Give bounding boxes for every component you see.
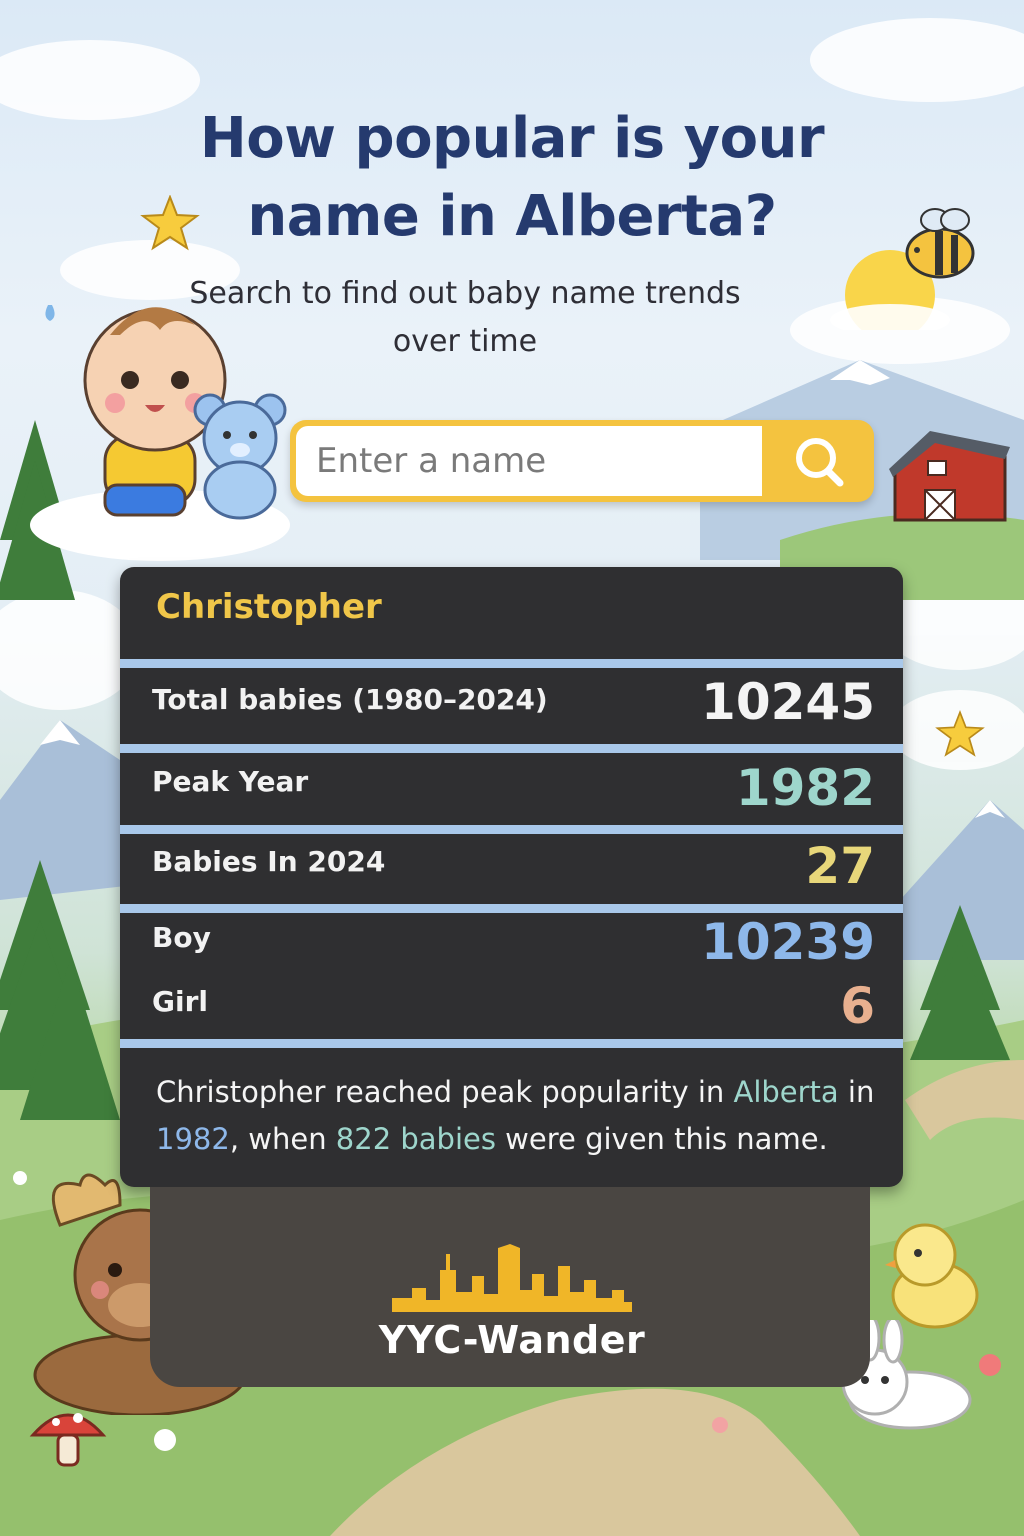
- divider: [120, 904, 903, 913]
- divider: [120, 659, 903, 668]
- total-babies-value: 10245: [701, 673, 875, 731]
- chick-icon: [885, 1223, 979, 1329]
- search-bar: [290, 420, 874, 502]
- babies-2024-value: 27: [805, 837, 875, 895]
- babies-2024-label: Babies In 2024: [152, 845, 386, 878]
- star-icon: [935, 710, 985, 757]
- girl-value: 6: [840, 977, 875, 1035]
- page-title: How popular is your name in Alberta?: [0, 100, 1024, 256]
- summary-part: were given this name.: [495, 1122, 828, 1156]
- title-line-2: name in Alberta?: [247, 184, 777, 249]
- mushroom-icon: [29, 1413, 107, 1467]
- page-subtitle: Search to find out baby name trends over…: [189, 276, 741, 359]
- summary-part: in: [838, 1075, 875, 1109]
- divider: [120, 1039, 903, 1048]
- peak-year-label: Peak Year: [152, 765, 309, 798]
- summary-part: Christopher reached peak popularity in: [156, 1075, 734, 1109]
- summary-count: 822 babies: [335, 1122, 496, 1156]
- boy-label: Boy: [152, 921, 211, 954]
- boy-value: 10239: [701, 913, 875, 971]
- total-babies-label: Total babies (1980–2024): [152, 683, 548, 716]
- divider: [120, 744, 903, 753]
- search-button[interactable]: [768, 420, 874, 502]
- peak-year-value: 1982: [735, 759, 875, 817]
- skyline-icon: [392, 1244, 632, 1312]
- brand-name: YYC-Wander: [378, 1318, 646, 1362]
- summary-place: Alberta: [733, 1075, 839, 1109]
- girl-label: Girl: [152, 985, 208, 1018]
- search-input[interactable]: [296, 426, 762, 496]
- result-card: Christopher Total babies (1980–2024) 102…: [120, 567, 903, 1187]
- title-line-1: How popular is your: [199, 106, 825, 171]
- summary-year: 1982: [156, 1122, 230, 1156]
- search-icon: [796, 438, 844, 487]
- result-name: Christopher: [156, 587, 382, 627]
- summary-part: , when: [229, 1122, 336, 1156]
- summary-text: Christopher reached peak popularity in A…: [156, 1069, 896, 1163]
- divider: [120, 825, 903, 834]
- barn-icon: [889, 431, 1010, 522]
- teddy-bear-icon: [193, 393, 287, 520]
